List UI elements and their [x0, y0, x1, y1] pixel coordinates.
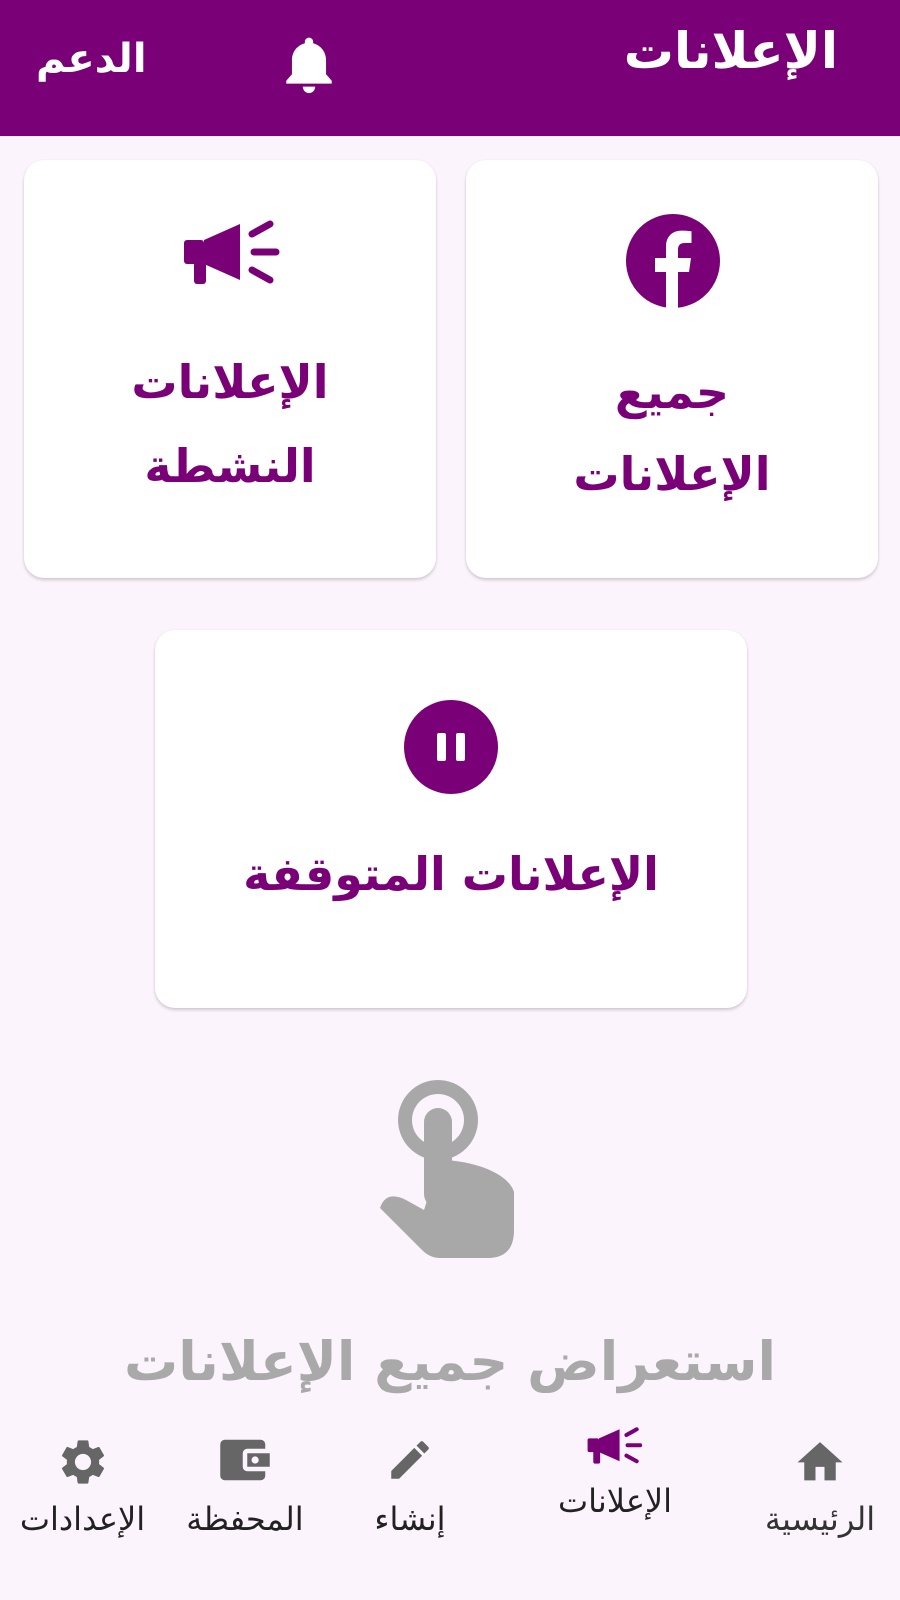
nav-item-wallet[interactable]: المحفظة	[175, 1405, 315, 1600]
paused-ads-label: الإعلانات المتوقفة	[243, 847, 659, 901]
active-ads-label-line1: الإعلانات	[131, 355, 329, 409]
megaphone-icon	[184, 220, 280, 284]
nav-label-create: إنشاء	[374, 1500, 446, 1538]
nav-label-ads: الإعلانات	[557, 1482, 673, 1520]
page-title: الإعلانات	[623, 22, 838, 80]
tap-hand-icon	[380, 1080, 514, 1258]
pause-icon	[404, 700, 498, 794]
facebook-icon	[626, 214, 720, 308]
support-button[interactable]: الدعم	[36, 36, 147, 82]
all-ads-label-line2: الإعلانات	[573, 447, 771, 501]
app-bar: الإعلانات الدعم	[0, 0, 900, 136]
nav-item-home[interactable]: الرئيسية	[740, 1405, 900, 1600]
all-ads-label-line1: جميع	[614, 365, 730, 419]
bell-icon[interactable]	[278, 32, 340, 100]
nav-item-settings[interactable]: الإعدادات	[0, 1405, 165, 1600]
megaphone-icon	[587, 1427, 643, 1464]
pencil-icon	[391, 1441, 429, 1479]
nav-label-wallet: المحفظة	[186, 1500, 304, 1538]
hint-text: استعراض جميع الإعلانات	[124, 1330, 776, 1393]
wallet-icon	[220, 1439, 270, 1481]
nav-label-settings: الإعدادات	[19, 1500, 146, 1538]
nav-item-create[interactable]: إنشاء	[350, 1405, 470, 1600]
active-ads-card[interactable]: الإعلانات النشطة	[24, 160, 436, 578]
active-ads-label-line2: النشطة	[144, 439, 316, 493]
bottom-navigation: الرئيسية الإعلانات إنشاء المحفظة الإعداد…	[0, 1405, 900, 1600]
home-icon	[797, 1442, 843, 1481]
nav-label-home: الرئيسية	[764, 1500, 876, 1538]
gear-icon	[61, 1440, 104, 1484]
nav-item-ads[interactable]: الإعلانات	[530, 1405, 700, 1600]
all-ads-card[interactable]: جميع الإعلانات	[466, 160, 878, 578]
paused-ads-card[interactable]: الإعلانات المتوقفة	[155, 630, 747, 1008]
